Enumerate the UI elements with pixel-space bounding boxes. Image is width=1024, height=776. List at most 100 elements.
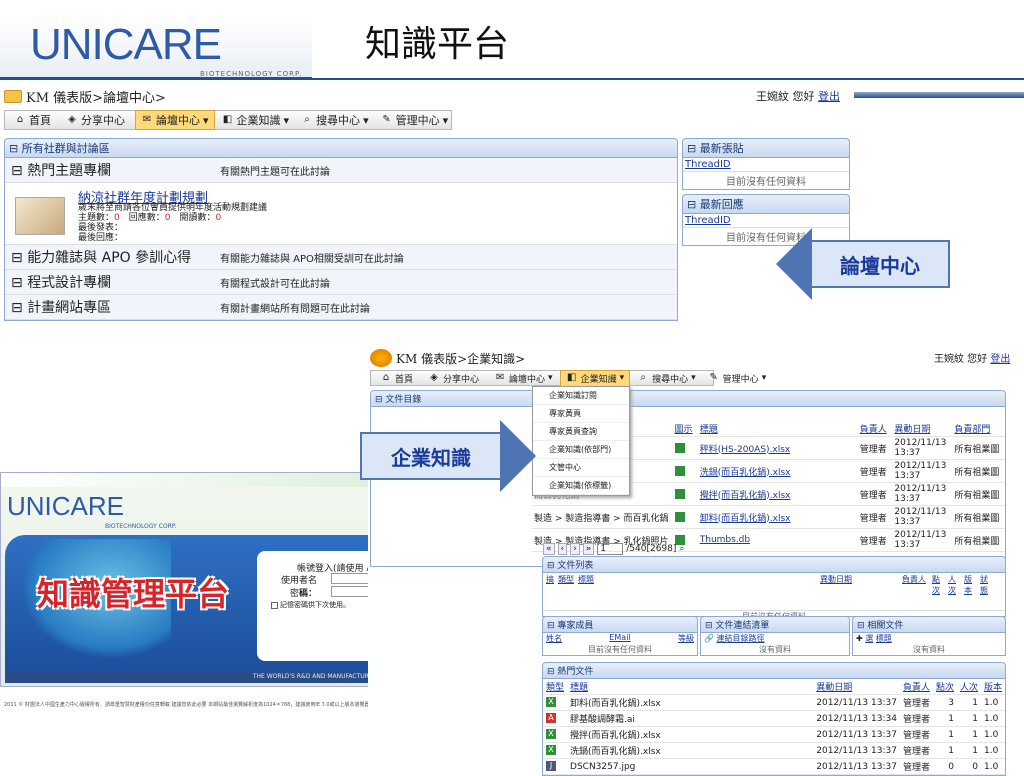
threadid-header[interactable]: ThreadID [685, 215, 731, 226]
forum-group-row[interactable]: ⊟ 程式設計專欄 有關程式設計可在此討論 [5, 270, 677, 295]
menu-search[interactable]: ⌕ 搜尋中心 ▾ [296, 111, 374, 129]
doc-list-header[interactable]: ⊟ 文件列表 [542, 556, 1006, 573]
collapse-icon[interactable]: ⊟ [9, 142, 18, 155]
chevron-down-icon[interactable]: ▾ [363, 114, 369, 127]
chevron-down-icon[interactable]: ▾ [203, 114, 209, 127]
doclist-col[interactable]: 人次 [948, 574, 962, 596]
remember-checkbox-row[interactable]: 記憶密碼供下次使用。 [271, 600, 350, 610]
collapse-icon[interactable]: ⊟ [705, 621, 713, 631]
menu-forum[interactable]: ✉ 論壇中心 ▾ [489, 371, 558, 386]
doclist-col[interactable]: 搞 [546, 574, 556, 596]
col-icon[interactable]: 圖示 [671, 421, 697, 437]
hot-title[interactable]: 卸料(而百乳化鍋).xlsx [567, 694, 814, 711]
forum-group-row[interactable]: ⊟ 能力雜誌與 APO 參訓心得 有關能力雜誌與 APO相關受訓可在此討論 [5, 245, 677, 270]
file-title-link[interactable]: 秤料(HS-200AS).xlsx [696, 436, 857, 460]
forum-group-row[interactable]: ⊟ 計畫網站專區 有關計畫網站所有問題可在此討論 [5, 295, 677, 320]
col-title[interactable]: 標題 [696, 421, 857, 437]
dropdown-item[interactable]: 專家黃頁查詢 [533, 423, 629, 441]
latest-replies-header[interactable]: ⊟ 最新回應 [682, 194, 850, 214]
menu-forum[interactable]: ✉ 論壇中心 ▾ [135, 110, 215, 130]
threadid-header[interactable]: ThreadID [685, 159, 731, 170]
last-page-button[interactable]: » [582, 543, 595, 555]
menu-home[interactable]: ⌂ 首頁 [9, 111, 59, 129]
dropdown-item[interactable]: 專家黃頁 [533, 405, 629, 423]
menu-home[interactable]: ⌂ 首頁 [375, 371, 421, 386]
file-title-link[interactable]: 洗鍋(而百乳化鍋).xlsx [696, 459, 857, 483]
menu-admin[interactable]: ✎ 管理中心 ▾ [376, 111, 454, 129]
collapse-icon[interactable]: ⊟ [547, 561, 555, 571]
doclist-col[interactable]: 負責人 [902, 574, 930, 596]
col-email[interactable]: EMail [609, 633, 630, 644]
logout-link[interactable]: 登出 [818, 90, 840, 103]
chevron-down-icon[interactable]: ▾ [762, 373, 767, 383]
table-row[interactable]: J DSCN3257.jpg 2012/11/13 13:37 管理者 0 0 1.0 [543, 758, 1005, 775]
doc-directory-header[interactable]: ⊟ 文件目錄 [370, 390, 1006, 407]
doclist-col[interactable]: 版本 [964, 574, 978, 596]
menu-share[interactable]: ◈ 分享中心 [61, 111, 133, 129]
menu-knowledge[interactable]: ◧ 企業知識 ▾ [217, 111, 295, 129]
dropdown-item[interactable]: 企業知識(依標籤) [533, 477, 629, 495]
col-clicks[interactable]: 點次 [932, 679, 957, 695]
doc-links-header[interactable]: ⊟ 文件連結清單 [700, 616, 850, 633]
col-date[interactable]: 異動日期 [813, 679, 900, 695]
col-owner[interactable]: 負責人 [856, 421, 892, 437]
forum-group-row[interactable]: ⊟ 熱門主題專欄 有關熱門主題可在此討論 [5, 158, 677, 183]
select-link[interactable]: 選 [865, 634, 873, 643]
latest-posts-header[interactable]: ⊟ 最新張貼 [682, 138, 850, 158]
hot-title[interactable]: 攪拌(而百乳化鍋).xlsx [567, 726, 814, 743]
breadcrumb-text[interactable]: KM 儀表版>論壇中心> [26, 87, 166, 106]
logout-link[interactable]: 登出 [990, 354, 1010, 365]
col-version[interactable]: 版本 [980, 679, 1005, 695]
remember-checkbox[interactable] [271, 601, 278, 609]
collapse-icon[interactable]: ⊟ [11, 275, 23, 291]
menu-search[interactable]: ⌕ 搜尋中心 ▾ [632, 371, 701, 386]
doclist-col[interactable]: 標題 [578, 574, 818, 596]
col-title[interactable]: 標題 [876, 634, 892, 643]
collapse-icon[interactable]: ⊟ [547, 667, 555, 677]
chevron-down-icon[interactable]: ▾ [620, 373, 625, 383]
chevron-down-icon[interactable]: ▾ [284, 114, 290, 127]
collapse-icon[interactable]: ⊟ [547, 621, 555, 631]
collapse-icon[interactable]: ⊟ [11, 250, 23, 266]
hot-title[interactable]: DSCN3257.jpg [567, 758, 814, 775]
chevron-down-icon[interactable]: ▾ [443, 114, 449, 127]
forum-section-header[interactable]: ⊟ 所有社群與討論區 [4, 138, 678, 158]
table-row[interactable]: X 攪拌(而百乳化鍋).xlsx 2012/11/13 13:37 管理者 1 1 1.0 [543, 726, 1005, 743]
dropdown-item[interactable]: 文管中心 [533, 459, 629, 477]
hot-title[interactable]: 膠基酸調酵霜.ai [567, 710, 814, 727]
col-title[interactable]: 標題 [567, 679, 814, 695]
next-page-button[interactable]: › [570, 543, 580, 555]
collapse-icon[interactable]: ⊟ [687, 142, 696, 155]
experts-header[interactable]: ⊟ 專家成員 [542, 616, 698, 633]
table-row[interactable]: A 膠基酸調酵霜.ai 2012/11/13 13:34 管理者 1 1 1.0 [543, 710, 1005, 727]
menu-admin[interactable]: ✎ 管理中心 ▾ [703, 371, 772, 386]
file-title-link[interactable]: 攪拌(而百乳化鍋).xlsx [696, 482, 857, 506]
prev-page-button[interactable]: ‹ [557, 543, 568, 555]
table-row[interactable]: X 卸料(而百乳化鍋).xlsx 2012/11/13 13:37 管理者 3 1 1.0 [543, 694, 1005, 711]
first-page-button[interactable]: « [543, 543, 555, 555]
related-docs-header[interactable]: ⊟ 相關文件 [852, 616, 1006, 633]
page-input[interactable]: 1 [597, 543, 624, 555]
hot-docs-header[interactable]: ⊟ 熱門文件 [542, 662, 1006, 679]
add-icon[interactable]: ✚ [856, 634, 863, 643]
menu-knowledge[interactable]: ◧ 企業知識 ▾ [559, 369, 631, 387]
search-icon[interactable]: ⌕ [679, 544, 684, 554]
col-link-path[interactable]: 連結目錄路徑 [717, 634, 765, 643]
col-people[interactable]: 人次 [956, 679, 981, 695]
col-dept[interactable]: 負責部門 [951, 421, 1005, 437]
doclist-col[interactable]: 點次 [932, 574, 946, 596]
table-row[interactable]: 製造 > 製造指導書 > 而百乳化鍋 卸料(而百乳化鍋).xlsx 管理者 2012/… [531, 505, 1005, 529]
dropdown-item[interactable]: 企業知識(依部門) [533, 441, 629, 459]
col-name[interactable]: 姓名 [546, 633, 562, 644]
col-type[interactable]: 類型 [543, 679, 568, 695]
col-level[interactable]: 等級 [678, 633, 694, 644]
table-row[interactable]: X 洗鍋(而百乳化鍋).xlsx 2012/11/13 13:37 管理者 1 1 1.0 [543, 742, 1005, 759]
menu-share[interactable]: ◈ 分享中心 [423, 371, 487, 386]
breadcrumb-text[interactable]: KM 儀表版>企業知識> [396, 350, 525, 367]
collapse-icon[interactable]: ⊟ [375, 395, 383, 405]
dropdown-item[interactable]: 企業知識訂閱 [533, 387, 629, 405]
doclist-col[interactable]: 異動日期 [820, 574, 900, 596]
chevron-down-icon[interactable]: ▾ [691, 373, 696, 383]
hot-title[interactable]: 洗鍋(而百乳化鍋).xlsx [567, 742, 814, 759]
file-title-link[interactable]: 卸料(而百乳化鍋).xlsx [696, 505, 857, 529]
